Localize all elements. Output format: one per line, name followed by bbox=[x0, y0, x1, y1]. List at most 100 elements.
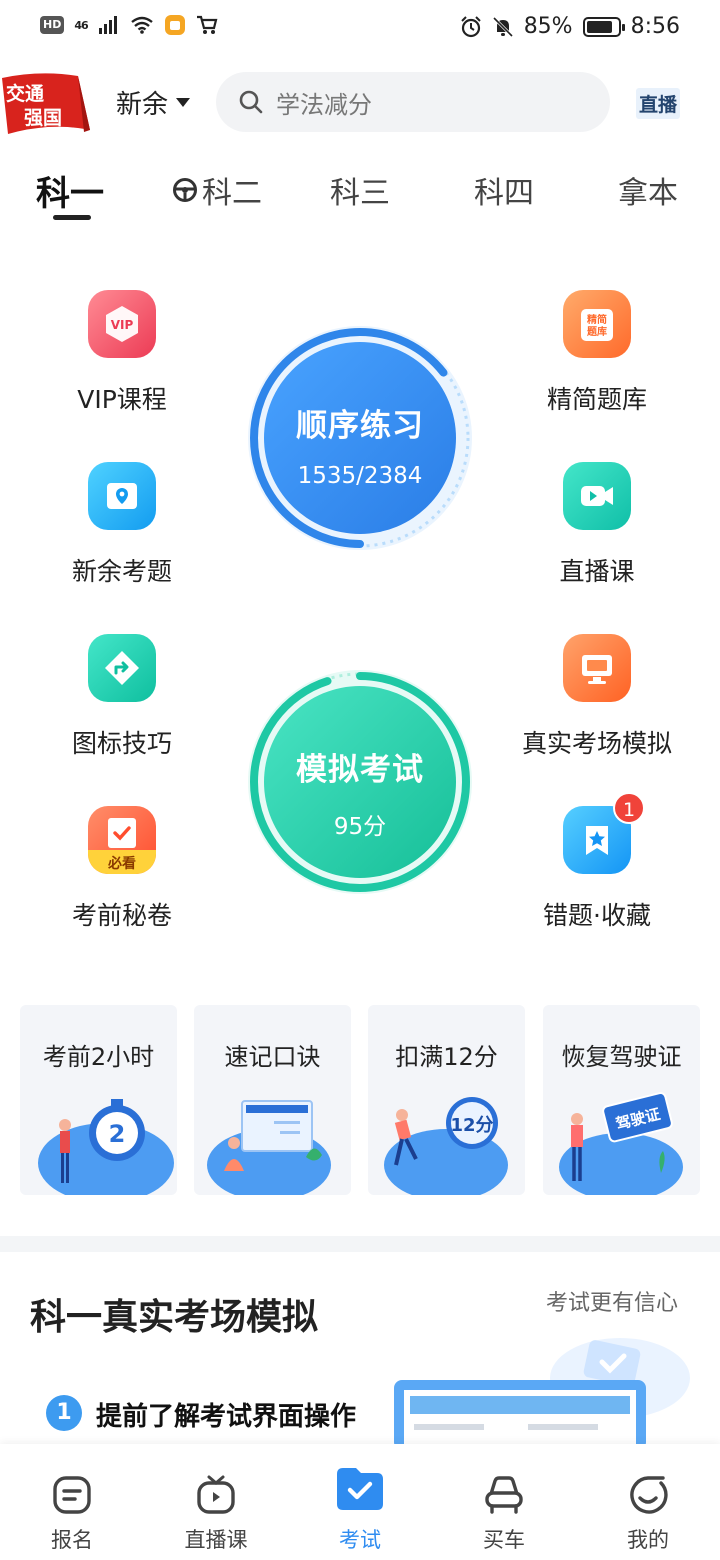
map-pin-icon bbox=[88, 462, 156, 530]
board-illustration bbox=[207, 1100, 331, 1195]
practice-progress: 1535/2384 bbox=[297, 463, 423, 489]
jingjian-question-bank[interactable]: 精简 题库 精简题库 bbox=[522, 290, 672, 416]
svg-text:12分: 12分 bbox=[450, 1115, 493, 1136]
steering-wheel-icon bbox=[173, 178, 197, 202]
battery-icon bbox=[582, 16, 625, 37]
active-tab-indicator bbox=[53, 215, 91, 220]
real-exam-simulation[interactable]: 真实考场模拟 bbox=[522, 634, 672, 760]
step-text: 提前了解考试界面操作 bbox=[96, 1402, 357, 1432]
checklist-icon: 必看 bbox=[88, 806, 156, 874]
nav-live-course[interactable]: 直播课 bbox=[144, 1444, 288, 1554]
tab-label: 科三 bbox=[330, 176, 390, 211]
nav-label: 直播课 bbox=[184, 1528, 248, 1552]
card-title: 速记口诀 bbox=[224, 1043, 321, 1071]
wrong-and-favorites[interactable]: 1 错题·收藏 bbox=[522, 792, 672, 932]
section-subtitle: 考试更有信心 bbox=[546, 1291, 679, 1316]
nav-signup[interactable]: 报名 bbox=[0, 1444, 144, 1554]
jingjian-label: 精简题库 bbox=[546, 385, 647, 414]
tab-label: 拿本 bbox=[618, 176, 678, 211]
signup-form-icon bbox=[53, 1476, 91, 1514]
bookmark-star-icon: 1 bbox=[563, 792, 645, 874]
nav-label: 买车 bbox=[483, 1528, 525, 1552]
city-selector[interactable]: 新余 bbox=[116, 84, 191, 121]
svg-text:强国: 强国 bbox=[24, 107, 62, 129]
tab-ke3[interactable]: 科三 bbox=[330, 168, 390, 212]
secret-paper[interactable]: 必看 考前秘卷 bbox=[47, 806, 197, 932]
exam-screen-preview bbox=[394, 1338, 690, 1444]
tab-label: 科一 bbox=[36, 174, 104, 214]
live-course[interactable]: 直播课 bbox=[522, 462, 672, 588]
mock-score: 95分 bbox=[333, 814, 387, 840]
nav-label: 报名 bbox=[51, 1528, 93, 1552]
real-exam-label: 真实考场模拟 bbox=[522, 729, 673, 758]
mute-icon bbox=[492, 16, 513, 37]
card-title: 考前2小时 bbox=[42, 1043, 155, 1071]
practice-title: 顺序练习 bbox=[296, 408, 424, 444]
smile-profile-icon bbox=[630, 1476, 668, 1514]
wrong-favorites-label: 错题·收藏 bbox=[543, 901, 651, 930]
mock-exam[interactable]: 模拟考试 95分 bbox=[244, 666, 476, 898]
section-divider bbox=[0, 1236, 720, 1252]
stopwatch-illustration: 2 bbox=[38, 1099, 174, 1195]
traffic-power-badge[interactable]: 交通 强国 bbox=[0, 72, 92, 138]
icon-tips[interactable]: 图标技巧 bbox=[47, 634, 197, 760]
search-bar[interactable]: 学法减分 bbox=[216, 72, 610, 132]
local-questions[interactable]: 新余考题 bbox=[47, 462, 197, 588]
clock: 8:56 bbox=[630, 14, 680, 39]
status-bar: HD 46 85% 8:56 bbox=[0, 0, 720, 56]
tab-ke2[interactable]: 科二 bbox=[172, 168, 262, 212]
nav-buy-car[interactable]: 买车 bbox=[432, 1444, 576, 1554]
nav-exam[interactable]: 考试 bbox=[288, 1444, 432, 1554]
card-12-points[interactable]: 扣满12分 12分 bbox=[368, 1005, 525, 1195]
local-questions-label: 新余考题 bbox=[71, 557, 172, 586]
bottom-nav: 报名 直播课 考试 买车 我的 bbox=[0, 1444, 720, 1560]
notification-badge: 1 bbox=[613, 792, 645, 824]
card-restore-license[interactable]: 恢复驾驶证 驾驶证 bbox=[543, 1005, 700, 1195]
license-illustration: 驾驶证 bbox=[559, 1092, 683, 1195]
sequential-practice[interactable]: 顺序练习 1535/2384 bbox=[244, 322, 476, 554]
question-bank-icon: 精简 题库 bbox=[563, 290, 631, 358]
monitor-icon bbox=[563, 634, 631, 702]
nav-label: 我的 bbox=[627, 1528, 669, 1552]
secret-paper-label: 考前秘卷 bbox=[71, 901, 172, 930]
card-mnemonics[interactable]: 速记口诀 bbox=[194, 1005, 351, 1195]
svg-text:题库: 题库 bbox=[587, 325, 607, 338]
svg-text:交通: 交通 bbox=[6, 82, 45, 105]
penalty-illustration: 12分 bbox=[384, 1097, 508, 1195]
city-label: 新余 bbox=[116, 90, 169, 120]
cart-icon bbox=[196, 15, 218, 34]
icon-tips-label: 图标技巧 bbox=[71, 729, 172, 758]
status-right: 85% 8:56 bbox=[460, 14, 680, 39]
vip-course[interactable]: VIP VIP课程 bbox=[47, 290, 197, 416]
tv-icon bbox=[197, 1475, 235, 1514]
video-camera-icon bbox=[563, 462, 631, 530]
svg-text:2: 2 bbox=[109, 1120, 126, 1148]
caret-down-icon bbox=[176, 98, 191, 107]
nav-profile[interactable]: 我的 bbox=[576, 1444, 720, 1554]
mock-title: 模拟考试 bbox=[296, 752, 424, 788]
vip-icon: VIP bbox=[88, 290, 156, 358]
svg-text:必看: 必看 bbox=[107, 855, 136, 872]
search-icon bbox=[239, 90, 263, 114]
flag-logo-icon: 交通 强国 bbox=[2, 73, 90, 134]
card-title: 扣满12分 bbox=[395, 1043, 498, 1071]
svg-text:精简: 精简 bbox=[587, 313, 607, 326]
step-number: 1 bbox=[46, 1395, 82, 1431]
tab-label: 科四 bbox=[474, 176, 534, 211]
tab-ke4[interactable]: 科四 bbox=[474, 168, 534, 212]
card-2-hours[interactable]: 考前2小时 2 bbox=[20, 1005, 177, 1195]
search-placeholder: 学法减分 bbox=[276, 90, 372, 119]
section-title: 科一真实考场模拟 bbox=[30, 1297, 319, 1338]
signal-icon bbox=[98, 16, 117, 34]
tab-ke1[interactable]: 科一 bbox=[36, 166, 104, 215]
tab-label: 科二 bbox=[202, 176, 262, 211]
live-button[interactable]: 直播 bbox=[636, 88, 681, 119]
tab-get-license[interactable]: 拿本 bbox=[618, 168, 678, 212]
battery-percent: 85% bbox=[523, 14, 573, 39]
exam-folder-icon bbox=[337, 1468, 383, 1510]
svg-text:VIP: VIP bbox=[111, 318, 134, 332]
alarm-icon bbox=[460, 15, 481, 37]
status-left: HD 46 bbox=[40, 14, 218, 36]
car-icon bbox=[485, 1476, 523, 1514]
app-notification-icon bbox=[164, 15, 185, 35]
